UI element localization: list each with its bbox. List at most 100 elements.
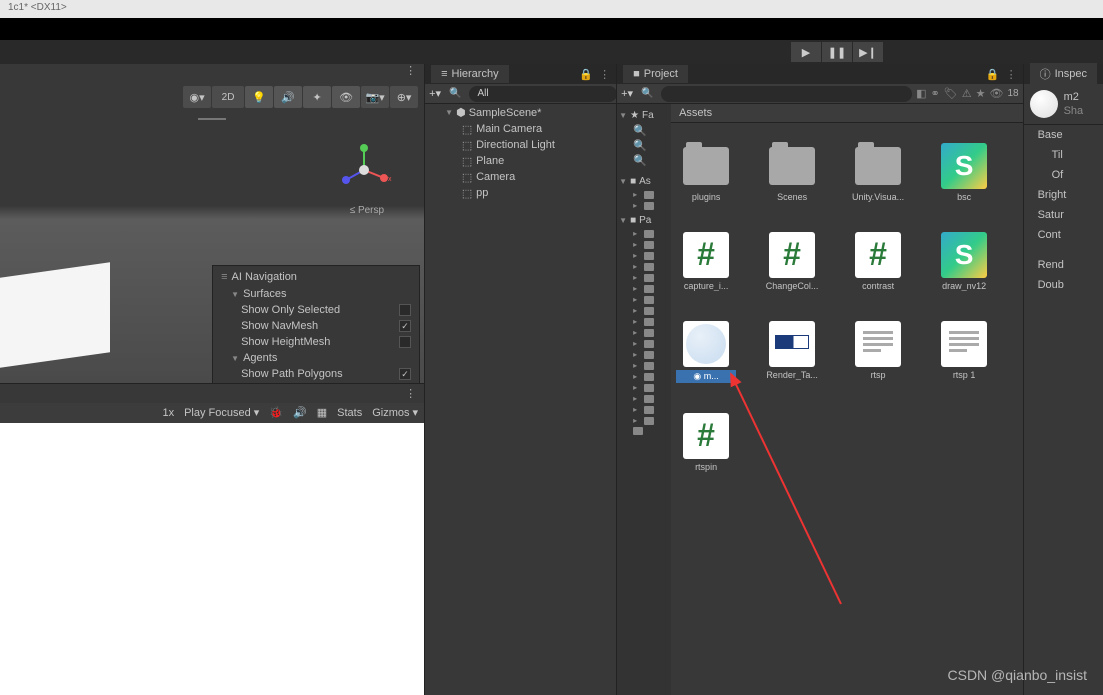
stats-button[interactable]: Stats	[337, 407, 362, 419]
brightness-prop[interactable]: Bright	[1024, 185, 1103, 205]
asset-rtsp[interactable]: rtsp	[853, 321, 903, 383]
project-tab[interactable]: ■Project	[623, 65, 688, 83]
plane-item[interactable]: ⬚Plane	[425, 153, 616, 169]
gizmo-dropdown[interactable]: ⊕▾	[390, 86, 418, 108]
camera-item[interactable]: ⬚Camera	[425, 169, 616, 185]
asset-bsc[interactable]: Sbsc	[939, 143, 989, 202]
scene-menu-icon[interactable]: ⋮	[401, 64, 420, 84]
pause-button[interactable]: ❚❚	[822, 42, 852, 62]
folder-item[interactable]: ▸	[617, 272, 671, 283]
folder-item[interactable]: ▸	[617, 404, 671, 415]
offset-prop[interactable]: Of	[1024, 165, 1103, 185]
saturation-prop[interactable]: Satur	[1024, 205, 1103, 225]
contrast-prop[interactable]: Cont	[1024, 225, 1103, 245]
folder-item[interactable]: ▸	[617, 189, 671, 200]
gizmos-dropdown[interactable]: Gizmos ▾	[372, 406, 418, 419]
folder-item[interactable]: ▸	[617, 228, 671, 239]
assets-folder[interactable]: ▼■As	[617, 174, 671, 189]
asset-ChangeCol-[interactable]: #ChangeCol...	[767, 232, 817, 291]
show-path-polygons[interactable]: Show Path Polygons	[213, 366, 419, 382]
camera-icon[interactable]: 📷▾	[361, 86, 389, 108]
camera-dropdown[interactable]: ◉▾	[183, 86, 211, 108]
menu-icon[interactable]: ⋮	[599, 68, 610, 81]
favorites-folder[interactable]: ▼★Fa	[617, 108, 671, 123]
folder-item[interactable]: ▸	[617, 305, 671, 316]
folder-item[interactable]: ▸	[617, 283, 671, 294]
tiling-prop[interactable]: Til	[1024, 145, 1103, 165]
lock-icon[interactable]: 🔒	[579, 68, 593, 81]
lock-icon[interactable]: 🔒	[986, 68, 1000, 81]
fx-toggle[interactable]: ✦	[303, 86, 331, 108]
light-toggle[interactable]: 💡	[245, 86, 273, 108]
folder-item[interactable]: ▸	[617, 316, 671, 327]
asset-m-[interactable]: ◉ m...	[681, 321, 731, 383]
add-button[interactable]: +▾	[429, 87, 441, 100]
folder-item[interactable]: ▸	[617, 349, 671, 360]
asset-rtspin[interactable]: #rtspin	[681, 413, 731, 472]
folder-item[interactable]: ▸	[617, 415, 671, 426]
grid-icon[interactable]: ▦	[317, 406, 327, 419]
assets-breadcrumb[interactable]: Assets	[671, 104, 1023, 123]
folder-item[interactable]: ▸	[617, 338, 671, 349]
hierarchy-tab[interactable]: ≡Hierarchy	[431, 65, 509, 83]
bug-icon[interactable]: 🐞	[269, 406, 283, 419]
play-focused-dropdown[interactable]: Play Focused ▾	[184, 406, 259, 419]
packages-folder[interactable]: ▼■Pa	[617, 213, 671, 228]
pp-item[interactable]: ⬚pp	[425, 185, 616, 201]
show-path-query-nodes[interactable]: Show Path Query Nodes	[213, 382, 419, 383]
add-button[interactable]: +▾	[621, 87, 633, 100]
folder-item[interactable]: ▸	[617, 382, 671, 393]
base-prop[interactable]: Base	[1024, 125, 1103, 145]
surfaces-section[interactable]: ▼Surfaces	[213, 286, 419, 302]
audio-toggle[interactable]: 🔊	[274, 86, 302, 108]
show-heightmesh[interactable]: Show HeightMesh	[213, 334, 419, 350]
step-button[interactable]: ▶❙	[853, 42, 883, 62]
render-prop[interactable]: Rend	[1024, 255, 1103, 275]
folder-item[interactable]: ▸	[617, 327, 671, 338]
scene-item[interactable]: ▼⬢SampleScene*	[425, 104, 616, 121]
show-navmesh[interactable]: Show NavMesh	[213, 318, 419, 334]
asset-Render_Ta-[interactable]: Render_Ta...	[767, 321, 817, 383]
asset-plugins[interactable]: plugins	[681, 143, 731, 202]
menu-icon[interactable]: ⋮	[1006, 68, 1017, 81]
plane-object[interactable]	[0, 262, 110, 367]
game-menu-icon[interactable]: ⋮	[401, 387, 420, 400]
folder-item[interactable]: ▸	[617, 294, 671, 305]
search-mode-icon[interactable]: ◧	[916, 87, 926, 100]
2d-toggle[interactable]: 2D	[212, 86, 244, 108]
scene-viewport[interactable]: x ≤ Persp ≡AI Navigation ▼Surfaces Show …	[0, 110, 424, 383]
search-item[interactable]: 🔍	[617, 123, 671, 138]
inspector-tab[interactable]: ⓘInspec	[1030, 63, 1097, 85]
search-item[interactable]: 🔍	[617, 153, 671, 168]
project-tree[interactable]: ▼★Fa 🔍 🔍 🔍 ▼■As ▸ ▸ ▼■Pa ▸ ▸ ▸ ▸ ▸ ▸ ▸ ▸…	[617, 104, 671, 695]
label-icon[interactable]: 🏷	[944, 87, 958, 100]
asset-Scenes[interactable]: Scenes	[767, 143, 817, 202]
directional-light-item[interactable]: ⬚Directional Light	[425, 137, 616, 153]
folder-item[interactable]: ▸	[617, 200, 671, 211]
handle-bar[interactable]	[198, 118, 226, 120]
audio-icon[interactable]: 🔊	[293, 406, 307, 419]
hierarchy-search[interactable]	[469, 86, 617, 102]
play-button[interactable]: ▶	[791, 42, 821, 62]
folder-item[interactable]: ▸	[617, 393, 671, 404]
hierarchy-mode-icon[interactable]: ⚭	[931, 87, 940, 100]
material-preview[interactable]	[1030, 90, 1058, 118]
orientation-gizmo[interactable]: x	[334, 140, 394, 200]
main-camera-item[interactable]: ⬚Main Camera	[425, 121, 616, 137]
warning-icon[interactable]: ⚠	[962, 87, 972, 100]
favorite-icon[interactable]: ★	[976, 87, 986, 100]
search-item[interactable]: 🔍	[617, 138, 671, 153]
folder-item[interactable]	[617, 426, 671, 436]
folder-item[interactable]: ▸	[617, 239, 671, 250]
folder-item[interactable]: ▸	[617, 261, 671, 272]
hidden-toggle[interactable]: 👁	[332, 86, 360, 108]
folder-item[interactable]: ▸	[617, 371, 671, 382]
asset-draw_nv12[interactable]: Sdraw_nv12	[939, 232, 989, 291]
asset-contrast[interactable]: #contrast	[853, 232, 903, 291]
game-view[interactable]	[0, 423, 424, 695]
double-prop[interactable]: Doub	[1024, 275, 1103, 295]
agents-section[interactable]: ▼Agents	[213, 350, 419, 366]
project-search[interactable]	[661, 86, 912, 102]
asset-Unity-Visua-[interactable]: Unity.Visua...	[853, 143, 903, 202]
show-only-selected[interactable]: Show Only Selected	[213, 302, 419, 318]
